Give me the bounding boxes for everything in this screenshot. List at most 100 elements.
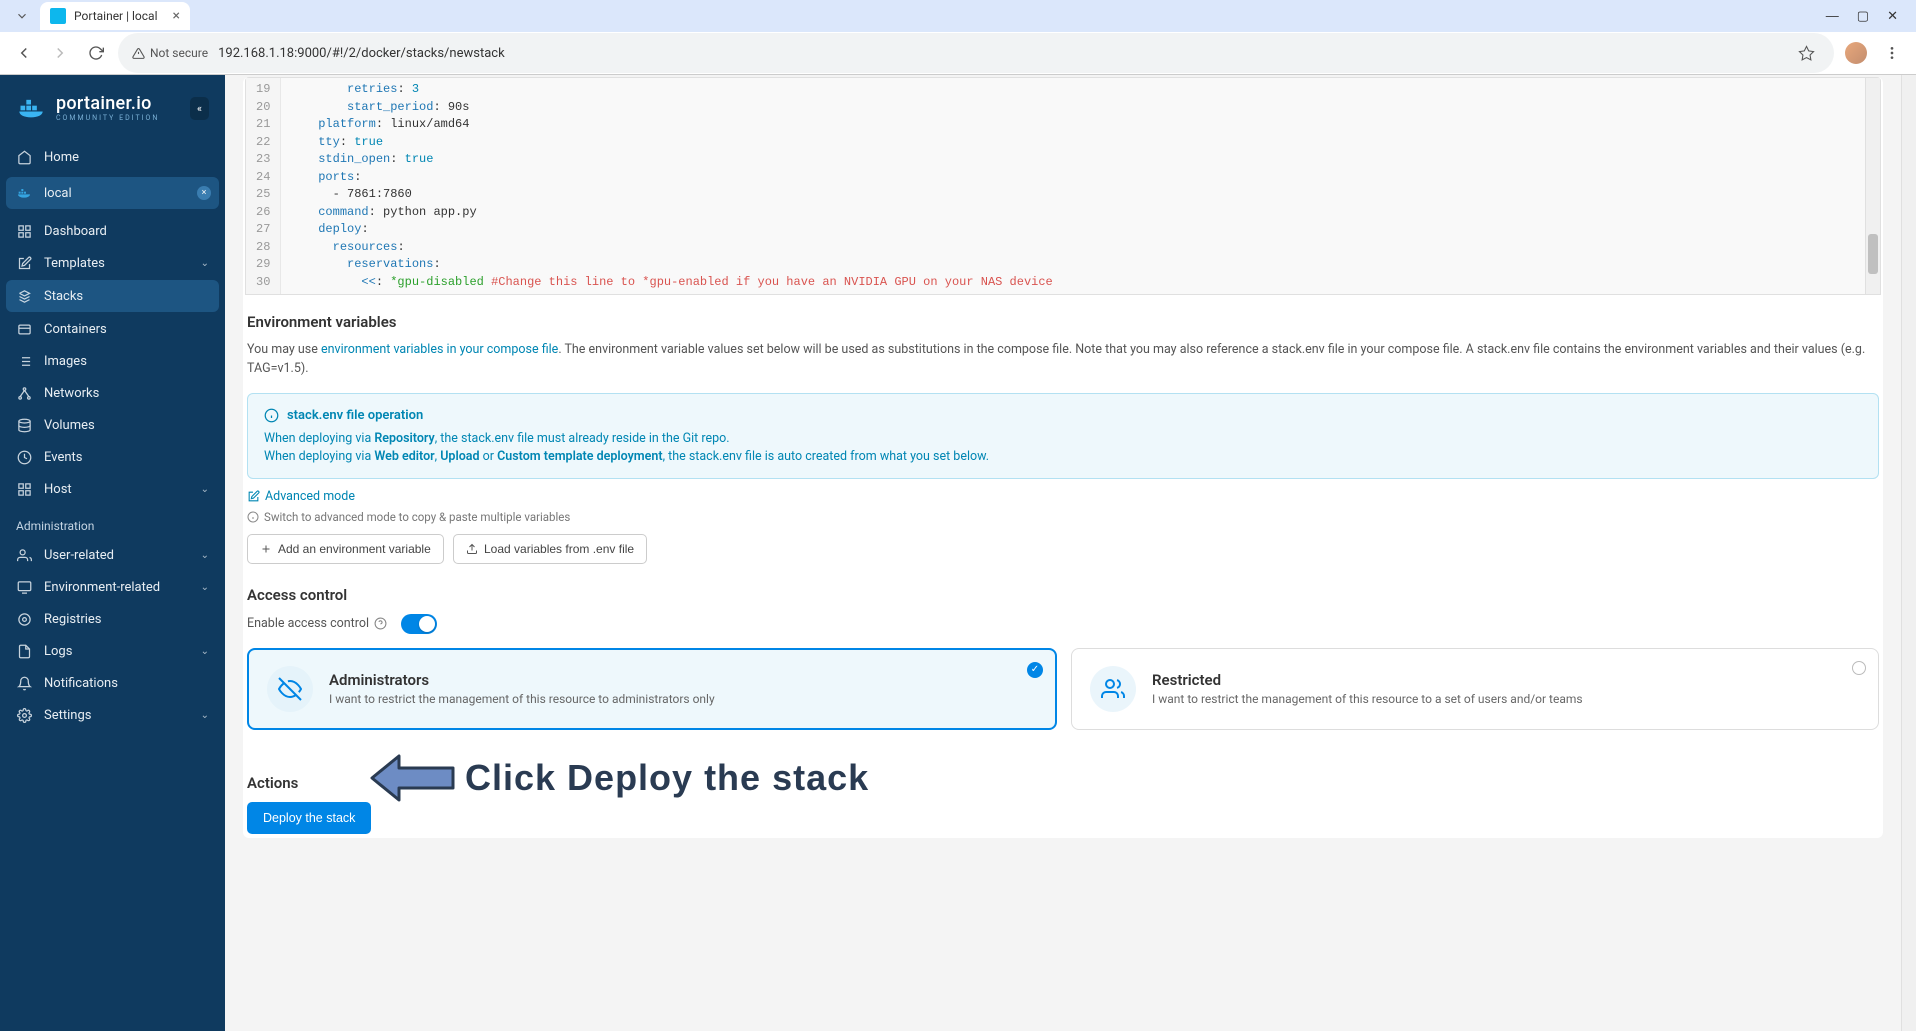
close-icon[interactable]: × (173, 8, 180, 24)
sidebar-item-logs[interactable]: Logs⌄ (0, 635, 225, 667)
app-root: portainer.io COMMUNITY EDITION « Home lo… (0, 75, 1916, 1031)
bookmark-icon[interactable] (1792, 39, 1820, 67)
window-controls: — ▢ ✕ (1826, 8, 1908, 24)
browser-menu-icon[interactable] (1878, 39, 1906, 67)
sidebar-item-containers[interactable]: Containers (0, 313, 225, 345)
registries-icon (16, 611, 32, 627)
close-window-icon[interactable]: ✕ (1887, 8, 1898, 24)
sidebar-item-networks[interactable]: Networks (0, 377, 225, 409)
dashboard-icon (16, 223, 32, 239)
networks-icon (16, 385, 32, 401)
back-button[interactable] (10, 39, 38, 67)
radio-empty-icon (1852, 661, 1866, 675)
minimize-icon[interactable]: — (1826, 8, 1839, 24)
section-title-access: Access control (247, 586, 1879, 604)
logo[interactable]: portainer.io COMMUNITY EDITION « (0, 85, 225, 141)
tab-search-icon[interactable] (8, 2, 36, 30)
environment-related-icon (16, 579, 32, 595)
user-related-icon (16, 547, 32, 563)
check-icon: ✓ (1027, 662, 1043, 678)
tab-title: Portainer | local (74, 9, 165, 23)
sidebar: portainer.io COMMUNITY EDITION « Home lo… (0, 75, 225, 1031)
access-option-restricted[interactable]: Restricted I want to restrict the manage… (1071, 648, 1879, 730)
env-help-text: You may use environment variables in you… (247, 341, 1879, 379)
actions-section: Actions Deploy the stack Click Deploy th… (243, 756, 1883, 838)
access-control-section: Access control Enable access control (243, 568, 1883, 734)
chevron-down-icon: ⌄ (201, 582, 209, 593)
docker-icon (16, 185, 32, 201)
add-env-var-button[interactable]: Add an environment variable (247, 534, 444, 564)
chevron-down-icon: ⌄ (201, 484, 209, 495)
advanced-hint: Switch to advanced mode to copy & paste … (247, 510, 1879, 524)
main-content: 192021222324252627282930 retries: 3 star… (225, 75, 1901, 1031)
info-title: stack.env file operation (264, 408, 1862, 423)
images-icon (16, 353, 32, 369)
home-icon (16, 149, 32, 165)
sidebar-item-dashboard[interactable]: Dashboard (0, 215, 225, 247)
portainer-logo-icon (16, 93, 46, 123)
env-vars-section: Environment variables You may use enviro… (243, 295, 1883, 568)
host-icon (16, 481, 32, 497)
reload-button[interactable] (82, 39, 110, 67)
chevron-down-icon: ⌄ (201, 646, 209, 657)
section-title-actions: Actions (247, 774, 1879, 792)
settings-icon (16, 707, 32, 723)
browser-chrome: Portainer | local × — ▢ ✕ Not secure 192… (0, 0, 1916, 75)
sidebar-item-host[interactable]: Host⌄ (0, 473, 225, 505)
load-env-file-button[interactable]: Load variables from .env file (453, 534, 647, 564)
browser-tab[interactable]: Portainer | local × (40, 2, 190, 30)
section-title-env: Environment variables (247, 313, 1879, 331)
favicon (50, 8, 66, 24)
chevron-down-icon: ⌄ (201, 550, 209, 561)
sidebar-item-templates[interactable]: Templates⌄ (0, 247, 225, 279)
scrollbar-thumb[interactable] (1868, 234, 1878, 274)
page-scrollbar[interactable] (1901, 75, 1916, 1031)
sidebar-item-settings[interactable]: Settings⌄ (0, 699, 225, 731)
profile-avatar[interactable] (1842, 39, 1870, 67)
access-option-administrators[interactable]: Administrators I want to restrict the ma… (247, 648, 1057, 730)
templates-icon (16, 255, 32, 271)
tab-bar: Portainer | local × — ▢ ✕ (0, 0, 1916, 32)
editor-scrollbar[interactable] (1865, 78, 1880, 294)
sidebar-item-notifications[interactable]: Notifications (0, 667, 225, 699)
containers-icon (16, 321, 32, 337)
chevron-down-icon: ⌄ (201, 710, 209, 721)
url-text: 192.168.1.18:9000/#!/2/docker/stacks/new… (218, 46, 1782, 61)
browser-toolbar: Not secure 192.168.1.18:9000/#!/2/docker… (0, 32, 1916, 74)
eye-off-icon (267, 666, 313, 712)
advanced-mode-link[interactable]: Advanced mode (247, 489, 355, 504)
sidebar-item-home[interactable]: Home (0, 141, 225, 173)
close-env-icon[interactable]: × (197, 186, 211, 200)
sidebar-item-stacks[interactable]: Stacks (6, 280, 219, 312)
stacks-icon (16, 288, 32, 304)
address-bar[interactable]: Not secure 192.168.1.18:9000/#!/2/docker… (118, 33, 1834, 73)
sidebar-environment-header[interactable]: local × (6, 177, 219, 209)
sidebar-item-volumes[interactable]: Volumes (0, 409, 225, 441)
sidebar-collapse-button[interactable]: « (190, 97, 209, 120)
admin-section-label: Administration (0, 505, 225, 539)
editor-gutter: 192021222324252627282930 (246, 78, 281, 294)
access-toggle[interactable] (401, 614, 437, 634)
security-badge[interactable]: Not secure (132, 46, 208, 60)
sidebar-item-images[interactable]: Images (0, 345, 225, 377)
sidebar-item-registries[interactable]: Registries (0, 603, 225, 635)
deploy-stack-button[interactable]: Deploy the stack (247, 802, 371, 834)
maximize-icon[interactable]: ▢ (1857, 8, 1869, 24)
users-icon (1090, 666, 1136, 712)
sidebar-item-events[interactable]: Events (0, 441, 225, 473)
events-icon (16, 449, 32, 465)
logo-name: portainer.io (56, 95, 159, 113)
forward-button[interactable] (46, 39, 74, 67)
notifications-icon (16, 675, 32, 691)
logo-edition: COMMUNITY EDITION (56, 115, 159, 122)
stack-env-info: stack.env file operation When deploying … (247, 393, 1879, 479)
yaml-editor[interactable]: 192021222324252627282930 retries: 3 star… (245, 77, 1881, 295)
env-link[interactable]: environment variables in your compose fi… (321, 342, 558, 357)
access-toggle-label: Enable access control (247, 616, 387, 631)
chevron-down-icon: ⌄ (201, 258, 209, 269)
sidebar-item-user-related[interactable]: User-related⌄ (0, 539, 225, 571)
volumes-icon (16, 417, 32, 433)
logs-icon (16, 643, 32, 659)
sidebar-item-environment-related[interactable]: Environment-related⌄ (0, 571, 225, 603)
editor-code[interactable]: retries: 3 start_period: 90s platform: l… (281, 78, 1865, 294)
